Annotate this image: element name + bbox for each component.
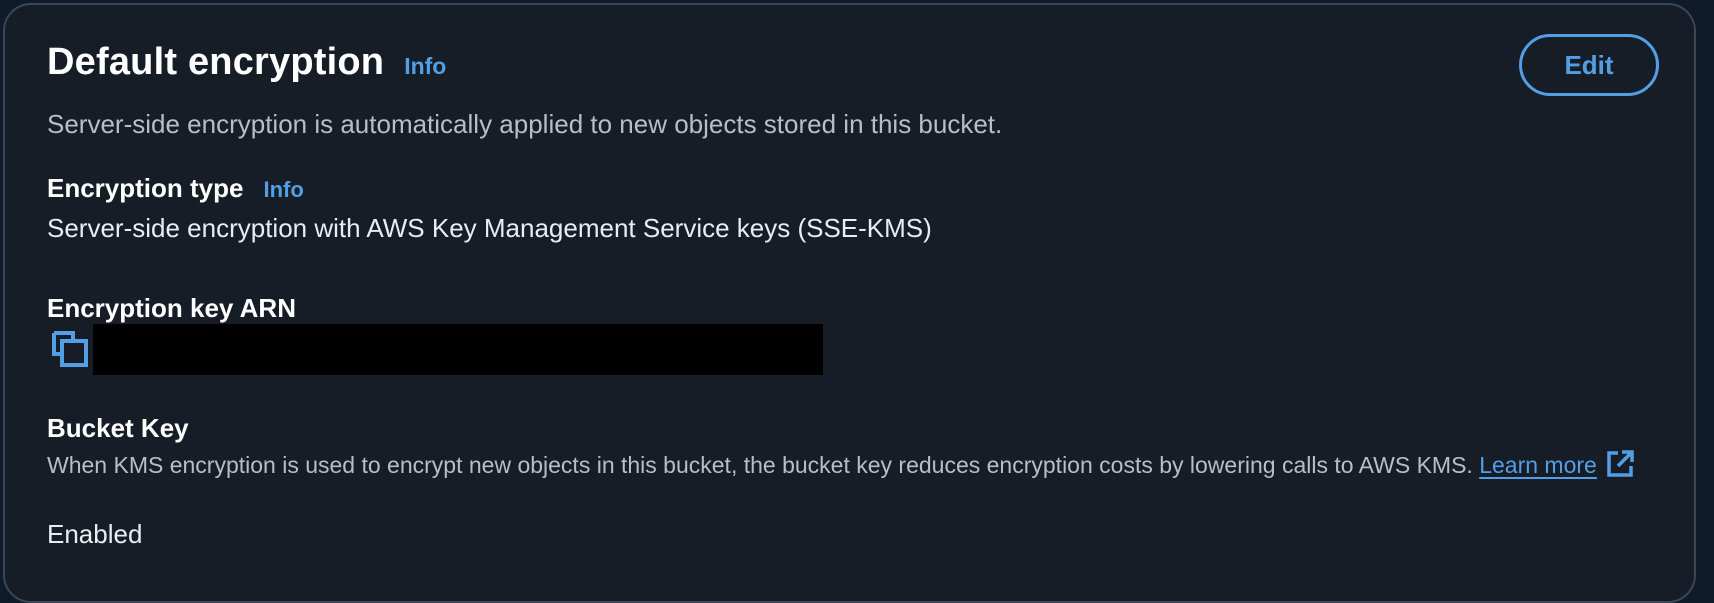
encryption-type-value: Server-side encryption with AWS Key Mana… (47, 213, 932, 243)
encryption-type-label-row: Encryption type Info (47, 173, 304, 204)
copy-arn-button[interactable] (51, 330, 93, 370)
bucket-key-description-text: When KMS encryption is used to encrypt n… (47, 452, 1473, 478)
section-description: Server-side encryption is automatically … (47, 109, 1003, 139)
learn-more-link[interactable]: Learn more (1479, 452, 1597, 478)
external-link-icon[interactable] (1605, 449, 1635, 488)
bucket-key-value: Enabled (47, 519, 143, 549)
encryption-key-arn-label-row: Encryption key ARN (47, 293, 296, 324)
page-title: Default encryption (47, 41, 385, 83)
learn-more-label: Learn more (1479, 452, 1597, 478)
encryption-key-arn-label: Encryption key ARN (47, 293, 296, 323)
redacted-arn-value (93, 324, 823, 375)
bucket-key-label: Bucket Key (47, 413, 189, 443)
edit-button[interactable]: Edit (1519, 34, 1659, 96)
copy-icon (52, 331, 88, 367)
default-encryption-panel: Default encryption Info Edit Server-side… (3, 3, 1696, 603)
title-info-link[interactable]: Info (404, 53, 446, 80)
encryption-type-label: Encryption type (47, 173, 244, 203)
bucket-key-description: When KMS encryption is used to encrypt n… (47, 449, 1677, 488)
title-row: Default encryption Info (47, 41, 446, 84)
encryption-type-info-link[interactable]: Info (263, 177, 303, 203)
bucket-key-label-row: Bucket Key (47, 413, 189, 444)
